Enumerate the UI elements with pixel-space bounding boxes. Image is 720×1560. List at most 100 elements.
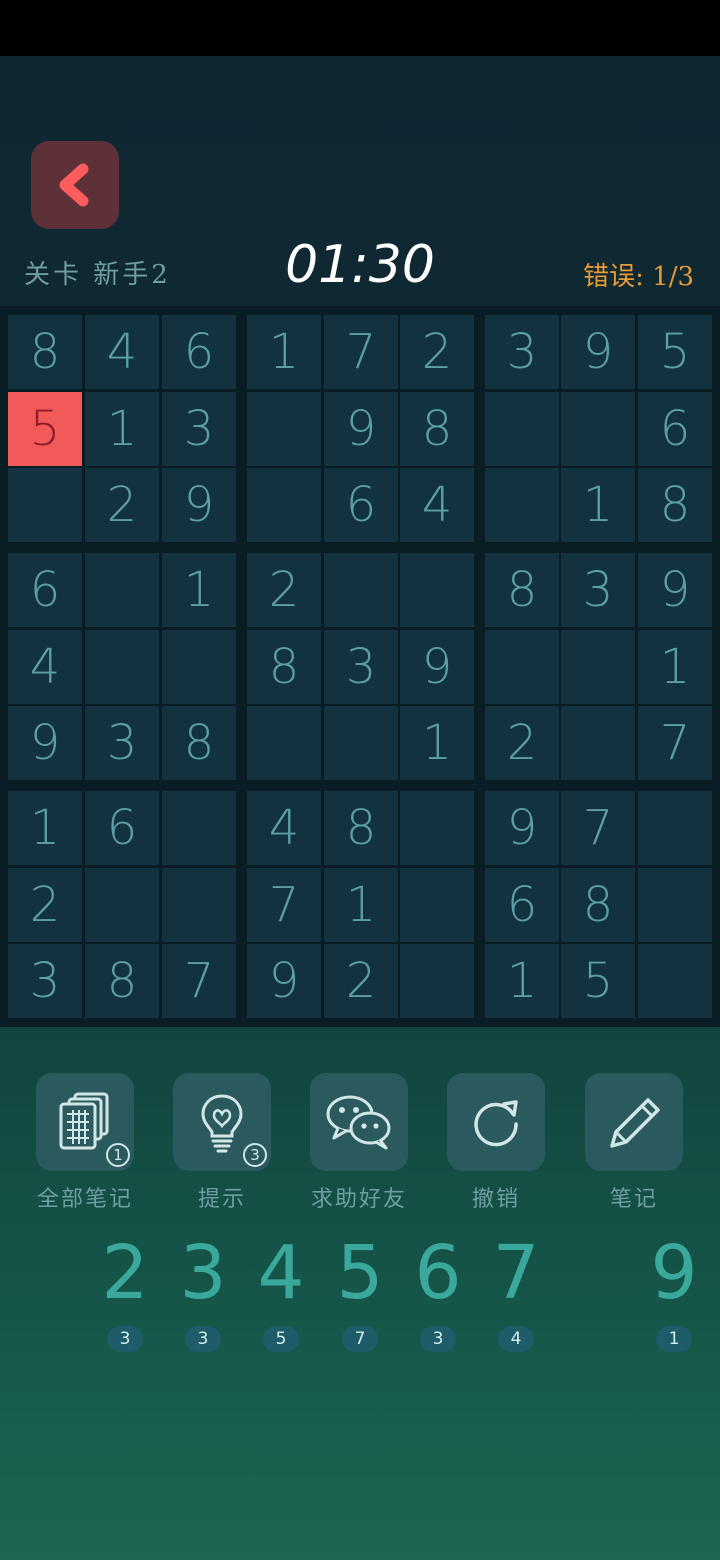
back-button[interactable] <box>31 141 119 229</box>
sudoku-cell-r7c3[interactable] <box>162 791 236 865</box>
sudoku-cell-r2c3[interactable]: 3 <box>162 392 236 466</box>
sudoku-cell-r7c2[interactable]: 6 <box>85 791 159 865</box>
sudoku-cell-r9c5[interactable]: 2 <box>324 944 398 1018</box>
sudoku-cell-r1c1[interactable]: 8 <box>8 315 82 389</box>
sudoku-cell-r5c1[interactable]: 4 <box>8 630 82 704</box>
notes-grid-icon <box>59 1092 109 1150</box>
sudoku-cell-r7c8[interactable]: 7 <box>561 791 635 865</box>
sudoku-cell-r6c6[interactable]: 1 <box>400 706 474 780</box>
sudoku-cell-r6c1[interactable]: 9 <box>8 706 82 780</box>
sudoku-cell-r2c7[interactable] <box>485 392 559 466</box>
sudoku-cell-r7c7[interactable]: 9 <box>485 791 559 865</box>
sudoku-cell-r3c3[interactable]: 9 <box>162 468 236 542</box>
number-key-digit: 2 <box>101 1230 149 1316</box>
sudoku-cell-r2c5[interactable]: 9 <box>324 392 398 466</box>
number-key-4[interactable]: 45 <box>242 1228 320 1360</box>
sudoku-cell-r5c5[interactable]: 3 <box>324 630 398 704</box>
number-key-3[interactable]: 33 <box>164 1228 242 1360</box>
sudoku-cell-r2c9[interactable]: 6 <box>638 392 712 466</box>
sudoku-cell-r4c7[interactable]: 8 <box>485 553 559 627</box>
sudoku-cell-r5c9[interactable]: 1 <box>638 630 712 704</box>
sudoku-cell-r5c7[interactable] <box>485 630 559 704</box>
sudoku-cell-r1c8[interactable]: 9 <box>561 315 635 389</box>
sudoku-cell-r9c7[interactable]: 1 <box>485 944 559 1018</box>
hint-label: 提示 <box>197 1187 246 1212</box>
sudoku-cell-r6c9[interactable]: 7 <box>638 706 712 780</box>
sudoku-cell-r7c6[interactable] <box>400 791 474 865</box>
sudoku-cell-r9c1[interactable]: 3 <box>8 944 82 1018</box>
sudoku-cell-r2c8[interactable] <box>561 392 635 466</box>
sudoku-cell-r1c3[interactable]: 6 <box>162 315 236 389</box>
sudoku-cell-r2c2[interactable]: 1 <box>85 392 159 466</box>
sudoku-cell-r8c1[interactable]: 2 <box>8 868 82 942</box>
sudoku-cell-r4c3[interactable]: 1 <box>162 553 236 627</box>
status-bar <box>0 0 720 56</box>
sudoku-cell-r9c9[interactable] <box>638 944 712 1018</box>
sudoku-cell-r3c2[interactable]: 2 <box>85 468 159 542</box>
sudoku-cell-r8c6[interactable] <box>400 868 474 942</box>
number-remaining-badge: 3 <box>185 1326 221 1352</box>
sudoku-cell-r7c4[interactable]: 4 <box>247 791 321 865</box>
sudoku-cell-r9c8[interactable]: 5 <box>561 944 635 1018</box>
ask-friend-label: 求助好友 <box>310 1187 407 1212</box>
number-key-digit: 5 <box>336 1230 384 1316</box>
sudoku-cell-r4c9[interactable]: 9 <box>638 553 712 627</box>
sudoku-cell-r8c8[interactable]: 8 <box>561 868 635 942</box>
sudoku-cell-r3c5[interactable]: 6 <box>324 468 398 542</box>
sudoku-cell-r8c2[interactable] <box>85 868 159 942</box>
sudoku-cell-r9c2[interactable]: 8 <box>85 944 159 1018</box>
sudoku-cell-r1c2[interactable]: 4 <box>85 315 159 389</box>
sudoku-cell-r2c6[interactable]: 8 <box>400 392 474 466</box>
sudoku-cell-r5c4[interactable]: 8 <box>247 630 321 704</box>
sudoku-cell-r6c4[interactable] <box>247 706 321 780</box>
sudoku-cell-r4c5[interactable] <box>324 553 398 627</box>
sudoku-cell-r5c3[interactable] <box>162 630 236 704</box>
sudoku-cell-r9c6[interactable] <box>400 944 474 1018</box>
sudoku-cell-r6c8[interactable] <box>561 706 635 780</box>
sudoku-cell-r1c9[interactable]: 5 <box>638 315 712 389</box>
undo-box <box>447 1073 545 1171</box>
sudoku-cell-r1c6[interactable]: 2 <box>400 315 474 389</box>
hint-badge: 3 <box>243 1143 267 1167</box>
sudoku-cell-r4c2[interactable] <box>85 553 159 627</box>
sudoku-cell-r7c5[interactable]: 8 <box>324 791 398 865</box>
sudoku-cell-r4c6[interactable] <box>400 553 474 627</box>
sudoku-cell-r3c8[interactable]: 1 <box>561 468 635 542</box>
sudoku-cell-r8c9[interactable] <box>638 868 712 942</box>
sudoku-cell-r1c5[interactable]: 7 <box>324 315 398 389</box>
sudoku-cell-r3c6[interactable]: 4 <box>400 468 474 542</box>
sudoku-cell-r7c9[interactable] <box>638 791 712 865</box>
sudoku-cell-r2c4[interactable] <box>247 392 321 466</box>
sudoku-cell-r8c3[interactable] <box>162 868 236 942</box>
sudoku-cell-r8c5[interactable]: 1 <box>324 868 398 942</box>
sudoku-cell-r6c2[interactable]: 3 <box>85 706 159 780</box>
note-label: 笔记 <box>609 1187 658 1212</box>
sudoku-cell-r3c7[interactable] <box>485 468 559 542</box>
sudoku-cell-r4c4[interactable]: 2 <box>247 553 321 627</box>
sudoku-cell-r2c1[interactable]: 5 <box>8 392 82 466</box>
number-key-2[interactable]: 23 <box>86 1228 164 1360</box>
sudoku-cell-r1c7[interactable]: 3 <box>485 315 559 389</box>
number-key-5[interactable]: 57 <box>321 1228 399 1360</box>
sudoku-cell-r8c7[interactable]: 6 <box>485 868 559 942</box>
sudoku-cell-r8c4[interactable]: 7 <box>247 868 321 942</box>
number-key-6[interactable]: 63 <box>399 1228 477 1360</box>
sudoku-cell-r9c4[interactable]: 9 <box>247 944 321 1018</box>
sudoku-cell-r5c2[interactable] <box>85 630 159 704</box>
sudoku-cell-r6c7[interactable]: 2 <box>485 706 559 780</box>
sudoku-cell-r6c3[interactable]: 8 <box>162 706 236 780</box>
sudoku-cell-r5c8[interactable] <box>561 630 635 704</box>
sudoku-cell-r9c3[interactable]: 7 <box>162 944 236 1018</box>
sudoku-cell-r7c1[interactable]: 1 <box>8 791 82 865</box>
sudoku-cell-r4c8[interactable]: 3 <box>561 553 635 627</box>
sudoku-cell-r6c5[interactable] <box>324 706 398 780</box>
sudoku-cell-r4c1[interactable]: 6 <box>8 553 82 627</box>
sudoku-cell-r3c9[interactable]: 8 <box>638 468 712 542</box>
sudoku-cell-r3c1[interactable] <box>8 468 82 542</box>
sudoku-cell-r1c4[interactable]: 1 <box>247 315 321 389</box>
number-key-9[interactable]: 91 <box>635 1228 713 1360</box>
number-key-7[interactable]: 74 <box>477 1228 555 1360</box>
sudoku-cell-r3c4[interactable] <box>247 468 321 542</box>
sudoku-cell-r5c6[interactable]: 9 <box>400 630 474 704</box>
sudoku-board: 8461723955139862964186128394839193812716… <box>0 306 720 1027</box>
